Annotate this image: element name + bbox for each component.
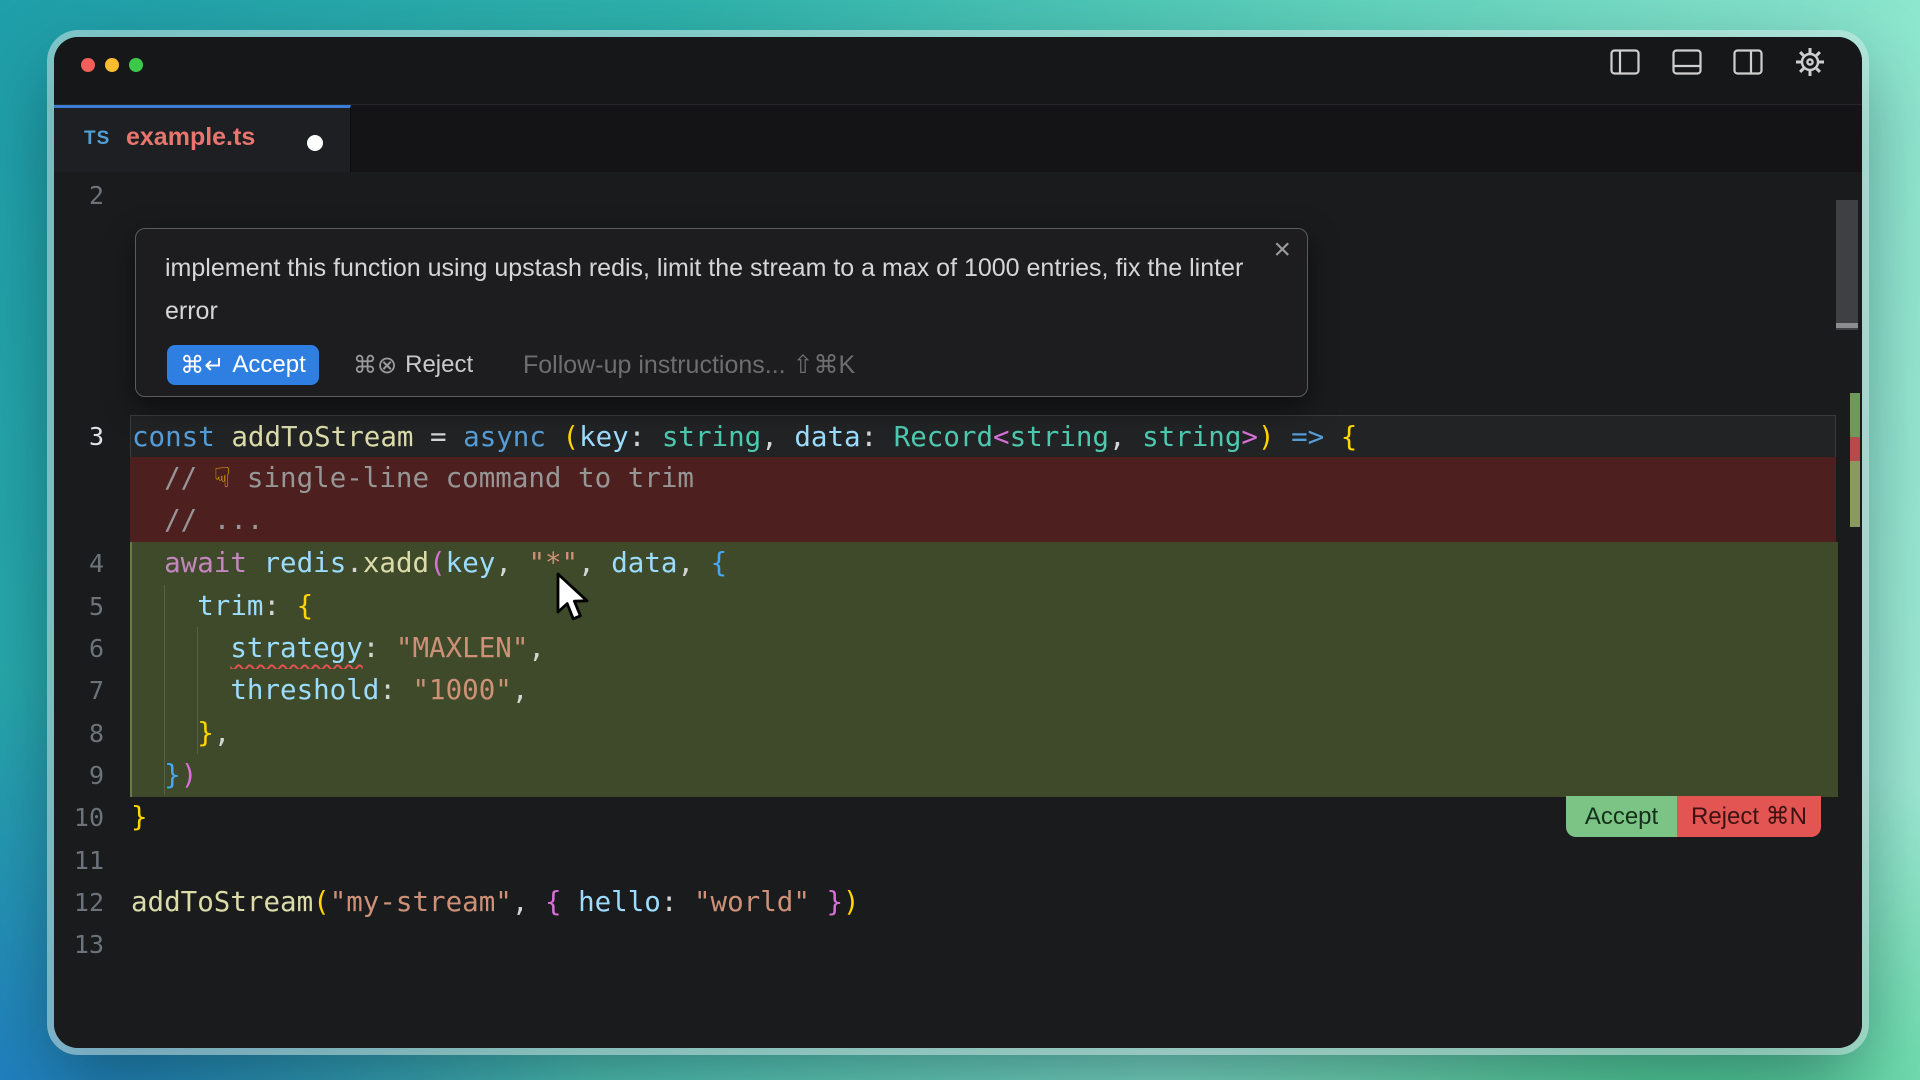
inline-ai-prompt-dialog: implement this function using upstash re…: [135, 228, 1308, 397]
scrollbar-thumb[interactable]: [1836, 200, 1858, 330]
scrollbar-marker: [1836, 323, 1858, 328]
line-number: 11: [54, 839, 104, 882]
zoom-window-button[interactable]: [129, 58, 143, 72]
prompt-text: implement this function using upstash re…: [165, 247, 1265, 333]
tab-filename: example.ts: [126, 123, 255, 152]
editor-window: TS example.ts ⋯ 2 3 45678910111213 const a…: [54, 37, 1862, 1048]
line-number: 8: [54, 712, 104, 755]
line-number: 2: [54, 174, 104, 217]
minimize-window-button[interactable]: [105, 58, 119, 72]
added-code-line[interactable]: threshold: "1000",: [130, 669, 1838, 712]
tab-example-ts[interactable]: TS example.ts: [54, 105, 351, 172]
overview-removed-mark: [1850, 437, 1860, 461]
deleted-code-line[interactable]: // ...: [130, 499, 1836, 542]
line-number: 7: [54, 669, 104, 712]
code-line[interactable]: [130, 923, 1836, 966]
added-code-line[interactable]: }): [130, 754, 1838, 797]
settings-gear-icon[interactable]: [1793, 45, 1827, 79]
line-number: 4: [54, 542, 104, 585]
diff-accept-button[interactable]: Accept: [1566, 796, 1677, 837]
accept-label: Accept: [232, 351, 305, 379]
line-number: 12: [54, 881, 104, 924]
added-code-line[interactable]: strategy: "MAXLEN",: [130, 627, 1838, 670]
added-code-line[interactable]: },: [130, 712, 1838, 755]
toggle-right-panel-icon[interactable]: [1731, 45, 1765, 79]
reject-shortcut: ⌘⊗: [353, 351, 397, 380]
close-icon[interactable]: ×: [1273, 233, 1291, 267]
reject-button[interactable]: ⌘⊗ Reject: [347, 345, 479, 385]
overview-added-mark: [1850, 393, 1860, 437]
code-line[interactable]: addToStream("my-stream", { hello: "world…: [130, 881, 1836, 924]
followup-instructions-placeholder[interactable]: Follow-up instructions... ⇧⌘K: [523, 345, 855, 385]
unsaved-changes-dot: [307, 135, 323, 151]
code-line[interactable]: [130, 174, 1836, 217]
toggle-bottom-panel-icon[interactable]: [1670, 45, 1704, 79]
code-line[interactable]: const addToStream = async (key: string, …: [130, 415, 1836, 458]
toggle-left-panel-icon[interactable]: [1608, 45, 1642, 79]
indent-guide: [164, 585, 165, 795]
code-line[interactable]: [130, 839, 1836, 882]
line-number: 6: [54, 627, 104, 670]
line-number: 5: [54, 585, 104, 628]
line-number: 3: [54, 415, 104, 458]
line-number: 10: [54, 796, 104, 839]
titlebar: [54, 37, 1862, 105]
diff-actions: Accept Reject ⌘N: [1566, 796, 1821, 837]
deleted-code-line[interactable]: // ☟ single-line command to trim: [130, 457, 1836, 500]
indent-guide: [197, 627, 198, 754]
added-code-line[interactable]: trim: {: [130, 585, 1838, 628]
line-number: 9: [54, 754, 104, 797]
accept-button[interactable]: ⌘↵ Accept: [167, 345, 319, 385]
close-window-button[interactable]: [81, 58, 95, 72]
typescript-file-icon: TS: [84, 128, 110, 150]
added-code-line[interactable]: await redis.xadd(key, "*", data, {: [130, 542, 1838, 585]
accept-shortcut: ⌘↵: [180, 351, 224, 380]
overview-added-mark: [1850, 461, 1860, 527]
diff-reject-button[interactable]: Reject ⌘N: [1677, 796, 1821, 837]
tabbar: TS example.ts ⋯: [54, 105, 1862, 173]
reject-label: Reject: [405, 351, 473, 379]
line-number: 13: [54, 923, 104, 966]
